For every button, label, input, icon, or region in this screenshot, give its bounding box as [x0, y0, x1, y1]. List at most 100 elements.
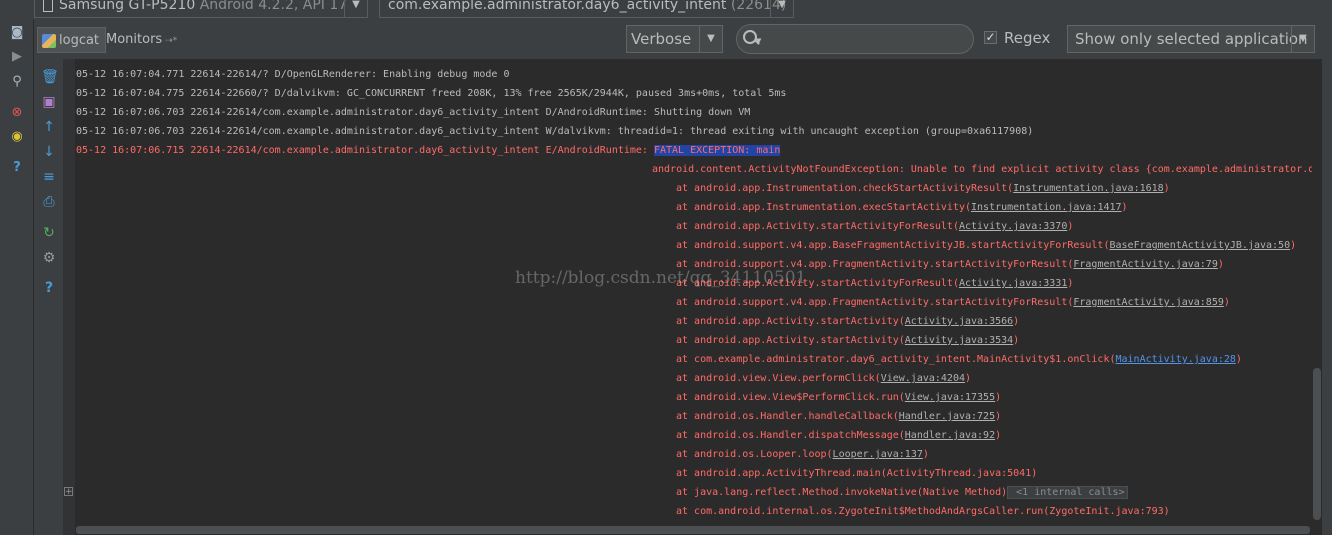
log-hl: FATAL EXCEPTION: main — [653, 145, 781, 156]
device-icon — [43, 0, 53, 12]
log-link[interactable]: Activity.java:3331 — [959, 278, 1067, 289]
process-selector[interactable]: com.example.administrator.day6_activity_… — [379, 0, 794, 18]
log-link[interactable]: BaseFragmentActivityJB.java:50 — [1109, 240, 1290, 251]
log-text: at android.app.Activity.startActivity( — [676, 335, 905, 346]
log-link[interactable]: View.java:17355 — [905, 392, 995, 403]
log-text: ) — [1121, 202, 1128, 213]
tab-monitors[interactable]: Monitors ⇢* — [106, 27, 177, 53]
log-text: at android.os.Looper.loop( — [676, 449, 833, 460]
log-line-error: at android.app.ActivityThread.main(Activ… — [676, 464, 1037, 483]
log-level-select[interactable]: Verbose ▼ — [626, 25, 723, 53]
log-link[interactable]: Handler.java:725 — [899, 411, 995, 422]
arrow-down-icon[interactable]: ↓ — [41, 144, 57, 160]
search-input[interactable]: ▼ — [736, 24, 974, 54]
log-text: android.content.ActivityNotFoundExceptio… — [652, 164, 1322, 175]
log-line-error: at android.os.Looper.loop(Looper.java:13… — [676, 445, 929, 464]
device-name: Samsung GT-P5210 — [59, 0, 196, 13]
restart-green-icon[interactable]: ↻ — [41, 225, 57, 241]
log-text: ) — [1223, 297, 1230, 308]
log-link[interactable]: Activity.java:3566 — [905, 316, 1013, 327]
log-link[interactable]: FragmentActivity.java:859 — [1073, 297, 1224, 308]
log-link[interactable]: FragmentActivity.java:79 — [1073, 259, 1218, 270]
log-text: at android.os.Handler.handleCallback( — [676, 411, 899, 422]
restart-icon[interactable]: ▣ — [41, 94, 57, 110]
chevron-down-icon[interactable]: ▼ — [770, 0, 793, 17]
log-line: 05-12 16:07:04.771 22614-22614/? D/OpenG… — [76, 65, 509, 84]
expand-icon[interactable]: + — [64, 487, 73, 497]
tab-monitors-label: Monitors — [106, 32, 163, 47]
help-icon[interactable]: ? — [41, 280, 57, 296]
logcat-output[interactable]: 05-12 16:07:04.771 22614-22614/? D/OpenG… — [76, 59, 1322, 525]
log-line-error: at android.os.Handler.handleCallback(Han… — [676, 407, 1001, 426]
help-icon[interactable]: ? — [10, 161, 24, 175]
log-text: ) — [1067, 221, 1074, 232]
log-text: ) — [995, 430, 1002, 441]
log-line-error: at android.support.v4.app.FragmentActivi… — [676, 293, 1230, 312]
log-line-error: at android.app.Activity.startActivity(Ac… — [676, 331, 1019, 350]
log-text: ) — [922, 449, 929, 460]
log-text: at android.app.Instrumentation.checkStar… — [676, 183, 1014, 194]
logcat-icon — [42, 33, 56, 48]
record-screen-icon[interactable]: ▶ — [10, 50, 24, 64]
log-text: at android.app.Activity.startActivity( — [676, 316, 905, 327]
search-history-icon[interactable]: ▼ — [756, 37, 761, 45]
chevron-down-icon[interactable]: ▼ — [1291, 26, 1314, 52]
log-link[interactable]: Instrumentation.java:1417 — [971, 202, 1122, 213]
log-line-error: at com.android.internal.os.ZygoteInit$Me… — [676, 502, 1170, 521]
regex-checkbox[interactable]: ✓ — [984, 31, 997, 44]
filter-value: Show only selected application — [1075, 30, 1308, 48]
process-prefix: com.example.administrator. — [388, 0, 585, 13]
log-link[interactable]: Activity.java:3370 — [959, 221, 1067, 232]
log-text: 05-12 16:07:06.703 22614-22614/com.examp… — [76, 107, 751, 118]
log-line-error: at android.app.Activity.startActivity(Ac… — [676, 312, 1019, 331]
watermark: http://blog.csdn.net/qq_34110501 — [515, 268, 807, 288]
log-link[interactable]: Handler.java:92 — [905, 430, 995, 441]
log-text: at android.app.Activity.startActivityFor… — [676, 221, 959, 232]
chevron-down-icon[interactable]: ▼ — [699, 26, 722, 52]
log-line-error: at android.app.Instrumentation.execStart… — [676, 198, 1128, 217]
log-text: 05-12 16:07:04.771 22614-22614/? D/OpenG… — [76, 69, 510, 80]
log-text: at android.os.Handler.dispatchMessage( — [676, 430, 905, 441]
log-text: at android.view.View$PerformClick.run( — [676, 392, 905, 403]
vertical-scrollbar[interactable] — [1313, 368, 1321, 520]
log-line-error: 05-12 16:07:06.715 22614-22614/com.examp… — [76, 141, 781, 160]
log-link[interactable]: Looper.java:137 — [833, 449, 923, 460]
gear-icon[interactable]: ⚙ — [41, 250, 57, 266]
log-text: ) — [1217, 259, 1224, 270]
log-text: ) — [1013, 316, 1020, 327]
print-icon[interactable]: ⎙ — [41, 194, 57, 210]
tab-logcat[interactable]: logcat — [37, 27, 107, 53]
gc-icon[interactable]: ◉ — [10, 130, 24, 144]
log-text: at com.android.internal.os.ZygoteInit$Me… — [676, 506, 1170, 517]
log-text: at java.lang.reflect.Method.invokeNative… — [676, 487, 1008, 498]
soft-wrap-icon[interactable]: ≡ — [41, 169, 57, 185]
log-link[interactable]: Activity.java:3534 — [905, 335, 1013, 346]
horizontal-scrollbar[interactable] — [76, 526, 1310, 534]
log-fold[interactable]: <1 internal calls> — [1007, 486, 1128, 499]
log-link-blue[interactable]: MainActivity.java:28 — [1116, 354, 1236, 365]
log-text: ) — [995, 392, 1002, 403]
log-line: 05-12 16:07:04.775 22614-22660/? D/dalvi… — [76, 84, 786, 103]
arrow-up-icon[interactable]: ↑ — [41, 119, 57, 135]
camera-icon[interactable]: ◙ — [10, 26, 24, 40]
log-text: ) — [1067, 278, 1074, 289]
log-line-error: android.content.ActivityNotFoundExceptio… — [652, 160, 1322, 179]
system-info-icon[interactable]: ⚲ — [10, 75, 24, 89]
device-bar: Samsung GT-P5210 Android 4.2.2, API 17 ▼… — [0, 0, 1332, 20]
trash-icon[interactable]: 🗑 — [41, 69, 59, 85]
log-line-error: at com.example.administrator.day6_activi… — [676, 350, 1242, 369]
log-line-error: at android.support.v4.app.BaseFragmentAc… — [676, 236, 1296, 255]
log-link[interactable]: View.java:4204 — [881, 373, 965, 384]
chevron-down-icon[interactable]: ▼ — [344, 0, 367, 17]
log-level-value: Verbose — [631, 30, 692, 48]
pin-icon: ⇢* — [162, 36, 178, 46]
filter-select[interactable]: Show only selected application ▼ — [1067, 25, 1315, 53]
log-line-error: at android.view.View.performClick(View.j… — [676, 369, 971, 388]
log-text: at android.support.v4.app.BaseFragmentAc… — [676, 240, 1110, 251]
log-text: at com.example.administrator.day6_activi… — [676, 354, 1116, 365]
log-link[interactable]: Instrumentation.java:1618 — [1013, 183, 1164, 194]
terminate-icon[interactable]: ⊗ — [10, 106, 24, 120]
log-text: at android.app.ActivityThread.main(Activ… — [676, 468, 1038, 479]
device-selector[interactable]: Samsung GT-P5210 Android 4.2.2, API 17 ▼ — [34, 0, 368, 18]
log-line-error: at android.app.Instrumentation.checkStar… — [676, 179, 1170, 198]
